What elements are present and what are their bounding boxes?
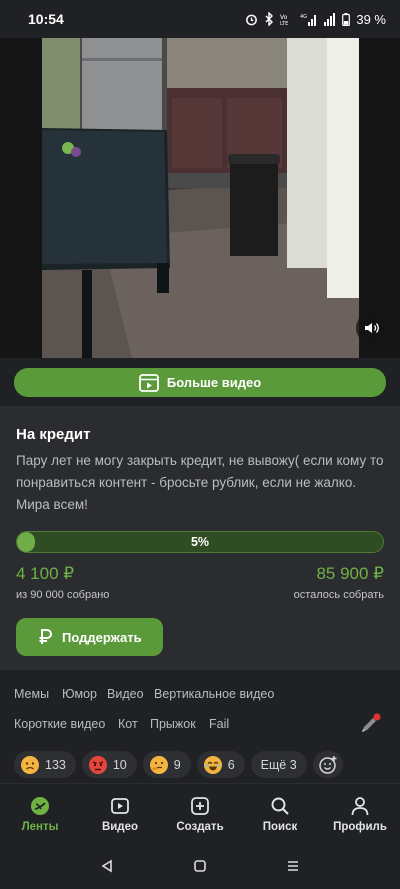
sad-face-icon [21,755,39,774]
fundraiser-progress-bar: 5% [16,531,384,553]
video-frame [42,38,359,358]
tab-create[interactable]: Создать [160,784,240,843]
thinking-face-icon [149,755,168,774]
battery-icon [342,12,351,26]
profile-icon [351,796,369,815]
kitchen-scene-image [42,38,359,358]
create-plus-icon [191,796,209,815]
video-play-icon [111,797,129,814]
reaction-count: 10 [112,757,127,772]
svg-text:Vo: Vo [280,14,288,21]
remaining-amount: 85 900 ₽ [316,564,384,583]
remaining-caption: осталось собрать [293,589,384,601]
tab-profile[interactable]: Профиль [320,784,400,843]
post-card: На кредит Пару лет не могу закрыть креди… [0,406,400,670]
more-videos-label: Больше видео [166,375,262,390]
volume-button[interactable] [356,312,388,344]
status-time: 10:54 [28,11,64,27]
collected-amount: 4 100 ₽ [16,564,75,583]
angry-face-icon [88,755,107,774]
tab-profile-label: Профиль [333,820,387,833]
reaction-count: 9 [173,757,181,772]
battery-percent: 39 % [356,11,386,27]
tab-video[interactable]: Видео [80,784,160,843]
reactions-row: 133 10 9 6 Ещё 3 [14,751,343,778]
progress-percent: 5% [190,535,210,549]
tab-search[interactable]: Поиск [240,784,320,843]
more-videos-bar: Больше видео [0,358,400,406]
bluetooth-icon [265,12,274,26]
tab-create-label: Создать [176,820,224,833]
speaker-icon [365,323,379,333]
tag-link[interactable]: Прыжок [150,717,196,731]
reaction-thinking[interactable]: 9 [142,751,191,778]
status-bar: 10:54 Vo LTE 4G 39 % [0,0,400,38]
video-clapper-icon [138,373,159,392]
reaction-count: 6 [227,757,235,772]
search-icon [271,797,289,815]
tag-link[interactable]: Видео [107,687,144,701]
volte-icon: VoLTE [280,14,288,26]
status-icons: Vo LTE 4G 39 % [245,12,386,27]
reaction-count: 133 [45,757,66,772]
home-icon[interactable] [193,859,207,873]
signal-icon: 4G [300,14,317,26]
tab-feeds-label: Ленты [21,820,59,833]
reactions-more-label: Ещё 3 [260,757,297,772]
reaction-sad[interactable]: 133 [14,751,76,778]
tab-video-label: Видео [101,820,139,833]
system-navigation-bar [0,843,400,889]
tag-link[interactable]: Кот [118,717,138,731]
tag-link[interactable]: Мемы [14,687,49,701]
reaction-angry[interactable]: 10 [81,751,137,778]
signal-2-icon [324,12,336,26]
post-text: Пару лет не могу закрыть кредит, не выво… [16,453,384,512]
tag-link[interactable]: Короткие видео [14,717,105,731]
add-emoji-icon [318,755,337,774]
recents-icon[interactable] [286,859,300,873]
more-videos-button[interactable]: Больше видео [14,368,386,397]
svg-text:LTE: LTE [280,21,288,26]
bottom-tab-bar: Ленты Видео Создать Поиск Профиль [0,783,400,843]
tag-link[interactable]: Юмор [62,687,97,701]
add-reaction-button[interactable] [312,751,343,778]
svg-text:4G: 4G [300,14,307,20]
support-button[interactable]: Поддержать [16,618,163,656]
feeds-leaf-icon [31,796,49,815]
laughing-face-icon [203,755,222,774]
edit-tags-pencil-icon[interactable] [358,712,382,736]
post-title: На кредит [16,426,91,443]
tab-search-label: Поиск [262,820,298,833]
reactions-more-button[interactable]: Ещё 3 [250,751,307,778]
tab-feeds[interactable]: Ленты [0,784,80,843]
tag-link[interactable]: Вертикальное видео [154,687,274,701]
ruble-icon [39,629,52,644]
support-label: Поддержать [62,629,142,645]
reaction-laughing[interactable]: 6 [196,751,245,778]
tag-link[interactable]: Fail [209,717,229,731]
video-player[interactable] [0,38,400,358]
alarm-icon [246,14,258,25]
back-icon[interactable] [100,859,114,873]
collected-caption: из 90 000 собрано [16,589,110,601]
